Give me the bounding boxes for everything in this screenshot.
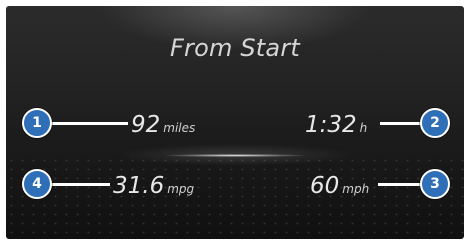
distance-value: 92: [131, 112, 161, 138]
center-divider: [166, 154, 304, 157]
callout-1-leader: [50, 122, 128, 125]
consumption-unit: mpg: [167, 182, 195, 196]
figure-frame: From Start 92 miles 1:32 h 31.6 mpg 60 mph 1…: [0, 0, 470, 245]
distance-unit: miles: [163, 121, 196, 135]
distance-reading: 92 miles: [131, 112, 195, 138]
time-value: 1:32: [305, 112, 357, 138]
callout-1-badge: 1: [22, 108, 52, 138]
callout-4-badge: 4: [22, 169, 52, 199]
time-unit: h: [359, 121, 368, 135]
speed-reading: 60 mph: [310, 173, 369, 199]
callout-4-leader: [50, 183, 110, 186]
speed-unit: mph: [342, 182, 370, 196]
display-floor-texture: [6, 156, 464, 239]
callout-3-badge: 3: [420, 169, 450, 199]
time-reading: 1:32 h: [305, 112, 367, 138]
callout-2-badge: 2: [420, 108, 450, 138]
consumption-reading: 31.6 mpg: [113, 173, 194, 199]
consumption-value: 31.6: [113, 173, 165, 199]
speed-value: 60: [310, 173, 340, 199]
screen-title: From Start: [170, 34, 300, 62]
